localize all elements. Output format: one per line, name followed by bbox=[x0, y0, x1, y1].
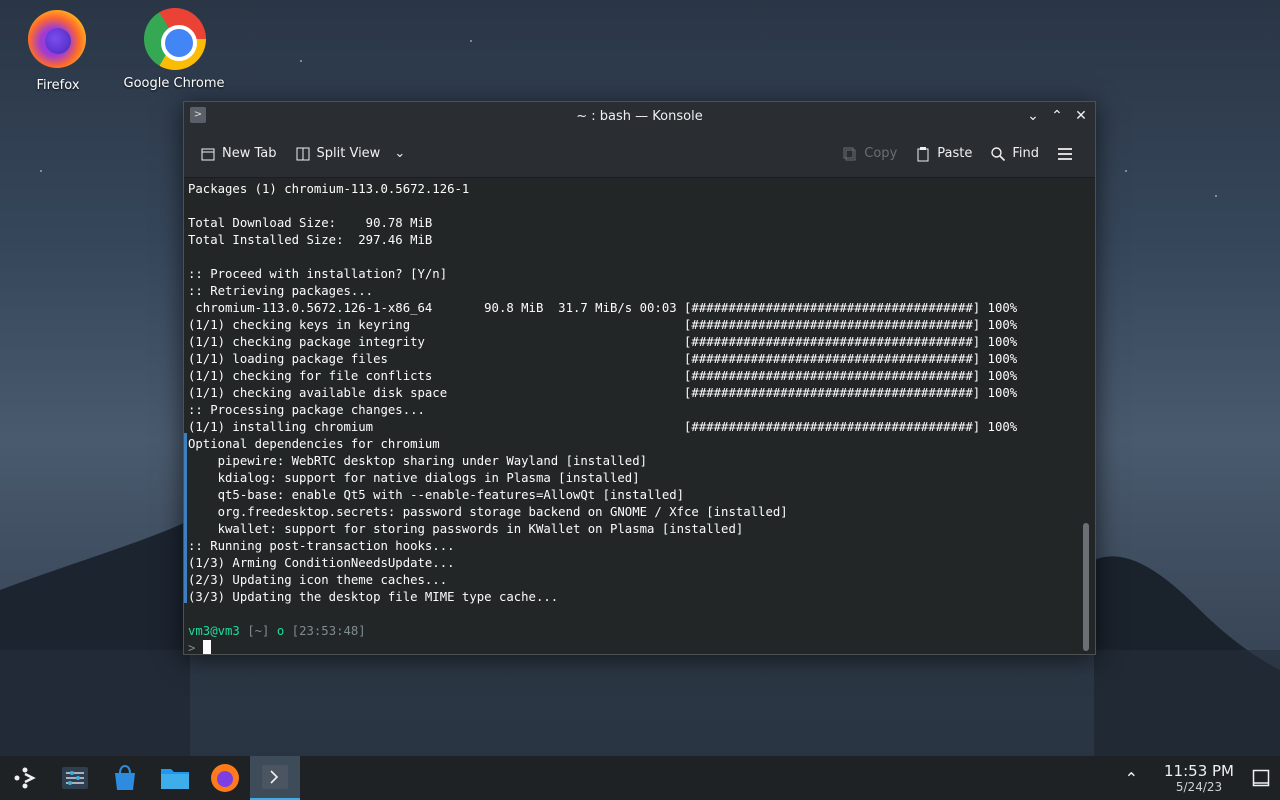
window-title: ~ : bash — Konsole bbox=[576, 108, 703, 124]
task-settings[interactable] bbox=[50, 756, 100, 800]
terminal-line: kwallet: support for storing passwords i… bbox=[188, 522, 744, 536]
terminal-line: :: Proceed with installation? [Y/n] bbox=[188, 267, 448, 281]
hamburger-menu-button[interactable] bbox=[1051, 142, 1079, 166]
star bbox=[1125, 170, 1127, 172]
terminal-line: :: Retrieving packages... bbox=[188, 284, 374, 298]
system-tray: ⌃ 11:53 PM 5/24/23 bbox=[1125, 756, 1280, 800]
terminal-line: Total Installed Size: 297.46 MiB bbox=[188, 233, 433, 247]
application-launcher-button[interactable] bbox=[0, 756, 50, 800]
paste-icon bbox=[917, 146, 929, 161]
firefox-icon bbox=[211, 764, 239, 792]
terminal-line: org.freedesktop.secrets: password storag… bbox=[188, 505, 788, 519]
konsole-icon bbox=[262, 765, 288, 789]
desktop-icon-chrome[interactable]: Google Chrome bbox=[119, 8, 229, 91]
terminal-line: (3/3) Updating the desktop file MIME typ… bbox=[188, 590, 559, 604]
new-tab-button[interactable]: New Tab bbox=[194, 142, 283, 166]
chevron-up-icon[interactable]: ⌃ bbox=[1125, 769, 1138, 788]
terminal-line: Optional dependencies for chromium bbox=[188, 437, 440, 451]
terminal-line: (1/3) Arming ConditionNeedsUpdate... bbox=[188, 556, 455, 570]
desktop-icon-firefox[interactable]: Firefox bbox=[3, 10, 113, 93]
terminal-line: (1/1) checking package integrity [######… bbox=[188, 335, 1018, 349]
output-marker bbox=[184, 433, 187, 603]
task-discover[interactable] bbox=[100, 756, 150, 800]
prompt-user-host: vm3@vm3 bbox=[188, 624, 240, 638]
terminal-line: (1/1) installing chromium [#############… bbox=[188, 420, 1018, 434]
text-cursor bbox=[202, 640, 211, 654]
prompt-sep: o bbox=[276, 624, 285, 638]
find-label: Find bbox=[1012, 146, 1039, 161]
copy-button[interactable]: Copy bbox=[836, 142, 903, 166]
star bbox=[470, 40, 472, 42]
terminal-line: Packages (1) chromium-113.0.5672.126-1 bbox=[188, 182, 470, 196]
settings-sliders-icon bbox=[62, 767, 88, 789]
hamburger-menu-icon bbox=[1058, 147, 1072, 160]
terminal-line: (1/1) checking for file conflicts [#####… bbox=[188, 369, 1018, 383]
konsole-window: > ~ : bash — Konsole ⌄ ⌃ ✕ New Tab Split… bbox=[183, 101, 1096, 655]
konsole-app-icon[interactable]: > bbox=[190, 107, 206, 123]
split-view-button[interactable]: Split View ⌄ bbox=[289, 142, 412, 166]
maximize-icon[interactable]: ⌃ bbox=[1047, 106, 1067, 126]
terminal-line: Total Download Size: 90.78 MiB bbox=[188, 216, 433, 230]
prompt-time: [23:53:48] bbox=[291, 624, 366, 638]
copy-label: Copy bbox=[864, 146, 898, 161]
find-button[interactable]: Find bbox=[984, 142, 1045, 166]
star bbox=[40, 170, 42, 172]
terminal-line: kdialog: support for native dialogs in P… bbox=[188, 471, 640, 485]
terminal-line: qt5-base: enable Qt5 with --enable-featu… bbox=[188, 488, 685, 502]
terminal-output[interactable]: Packages (1) chromium-113.0.5672.126-1 To… bbox=[184, 179, 1095, 654]
terminal-line: (1/1) loading package files [###########… bbox=[188, 352, 1018, 366]
prompt-symbol: > bbox=[188, 641, 196, 654]
clock-date: 5/24/23 bbox=[1175, 780, 1223, 794]
paste-button[interactable]: Paste bbox=[909, 142, 978, 166]
folder-icon bbox=[161, 769, 189, 789]
new-tab-label: New Tab bbox=[222, 146, 277, 161]
split-view-icon bbox=[296, 147, 309, 160]
digital-clock[interactable]: 11:53 PM 5/24/23 bbox=[1164, 762, 1234, 794]
terminal-line: chromium-113.0.5672.126-1-x86_64 90.8 Mi… bbox=[188, 301, 1018, 315]
terminal-line: (1/1) checking keys in keyring [########… bbox=[188, 318, 1018, 332]
prompt-line: vm3@vm3 [~] o [23:53:48] bbox=[188, 623, 1095, 640]
split-view-label: Split View bbox=[316, 146, 381, 161]
star bbox=[300, 60, 302, 62]
desktop-icon-label: Google Chrome bbox=[123, 76, 225, 91]
terminal-line: pipewire: WebRTC desktop sharing under W… bbox=[188, 454, 648, 468]
scrollbar[interactable] bbox=[1083, 523, 1089, 651]
shopping-bag-icon bbox=[115, 764, 135, 790]
terminal-line: :: Running post-transaction hooks... bbox=[188, 539, 455, 553]
chrome-icon bbox=[144, 8, 206, 70]
copy-icon bbox=[843, 147, 856, 160]
task-dolphin[interactable] bbox=[150, 756, 200, 800]
desktop-icon-label: Firefox bbox=[36, 78, 80, 93]
task-firefox[interactable] bbox=[200, 756, 250, 800]
chevron-down-icon[interactable]: ⌄ bbox=[394, 146, 405, 161]
taskbar: ⌃ 11:53 PM 5/24/23 bbox=[0, 756, 1280, 800]
close-icon[interactable]: ✕ bbox=[1071, 106, 1091, 126]
show-desktop-icon[interactable] bbox=[1252, 769, 1270, 787]
terminal-line: :: Processing package changes... bbox=[188, 403, 425, 417]
minimize-icon[interactable]: ⌄ bbox=[1023, 106, 1043, 126]
launcher-icon bbox=[14, 767, 36, 789]
window-toolbar: New Tab Split View ⌄ Copy Paste Find bbox=[184, 130, 1095, 178]
prompt-dir: [~] bbox=[247, 624, 270, 638]
search-icon bbox=[991, 146, 1006, 161]
new-tab-icon bbox=[201, 148, 215, 160]
clock-time: 11:53 PM bbox=[1164, 762, 1234, 780]
window-titlebar[interactable]: > ~ : bash — Konsole ⌄ ⌃ ✕ bbox=[184, 102, 1095, 130]
star bbox=[1215, 195, 1217, 197]
terminal-line: (2/3) Updating icon theme caches... bbox=[188, 573, 448, 587]
terminal-line: (1/1) checking available disk space [###… bbox=[188, 386, 1018, 400]
input-line[interactable]: > bbox=[188, 640, 1095, 654]
paste-label: Paste bbox=[937, 146, 973, 161]
task-konsole[interactable] bbox=[250, 756, 300, 800]
